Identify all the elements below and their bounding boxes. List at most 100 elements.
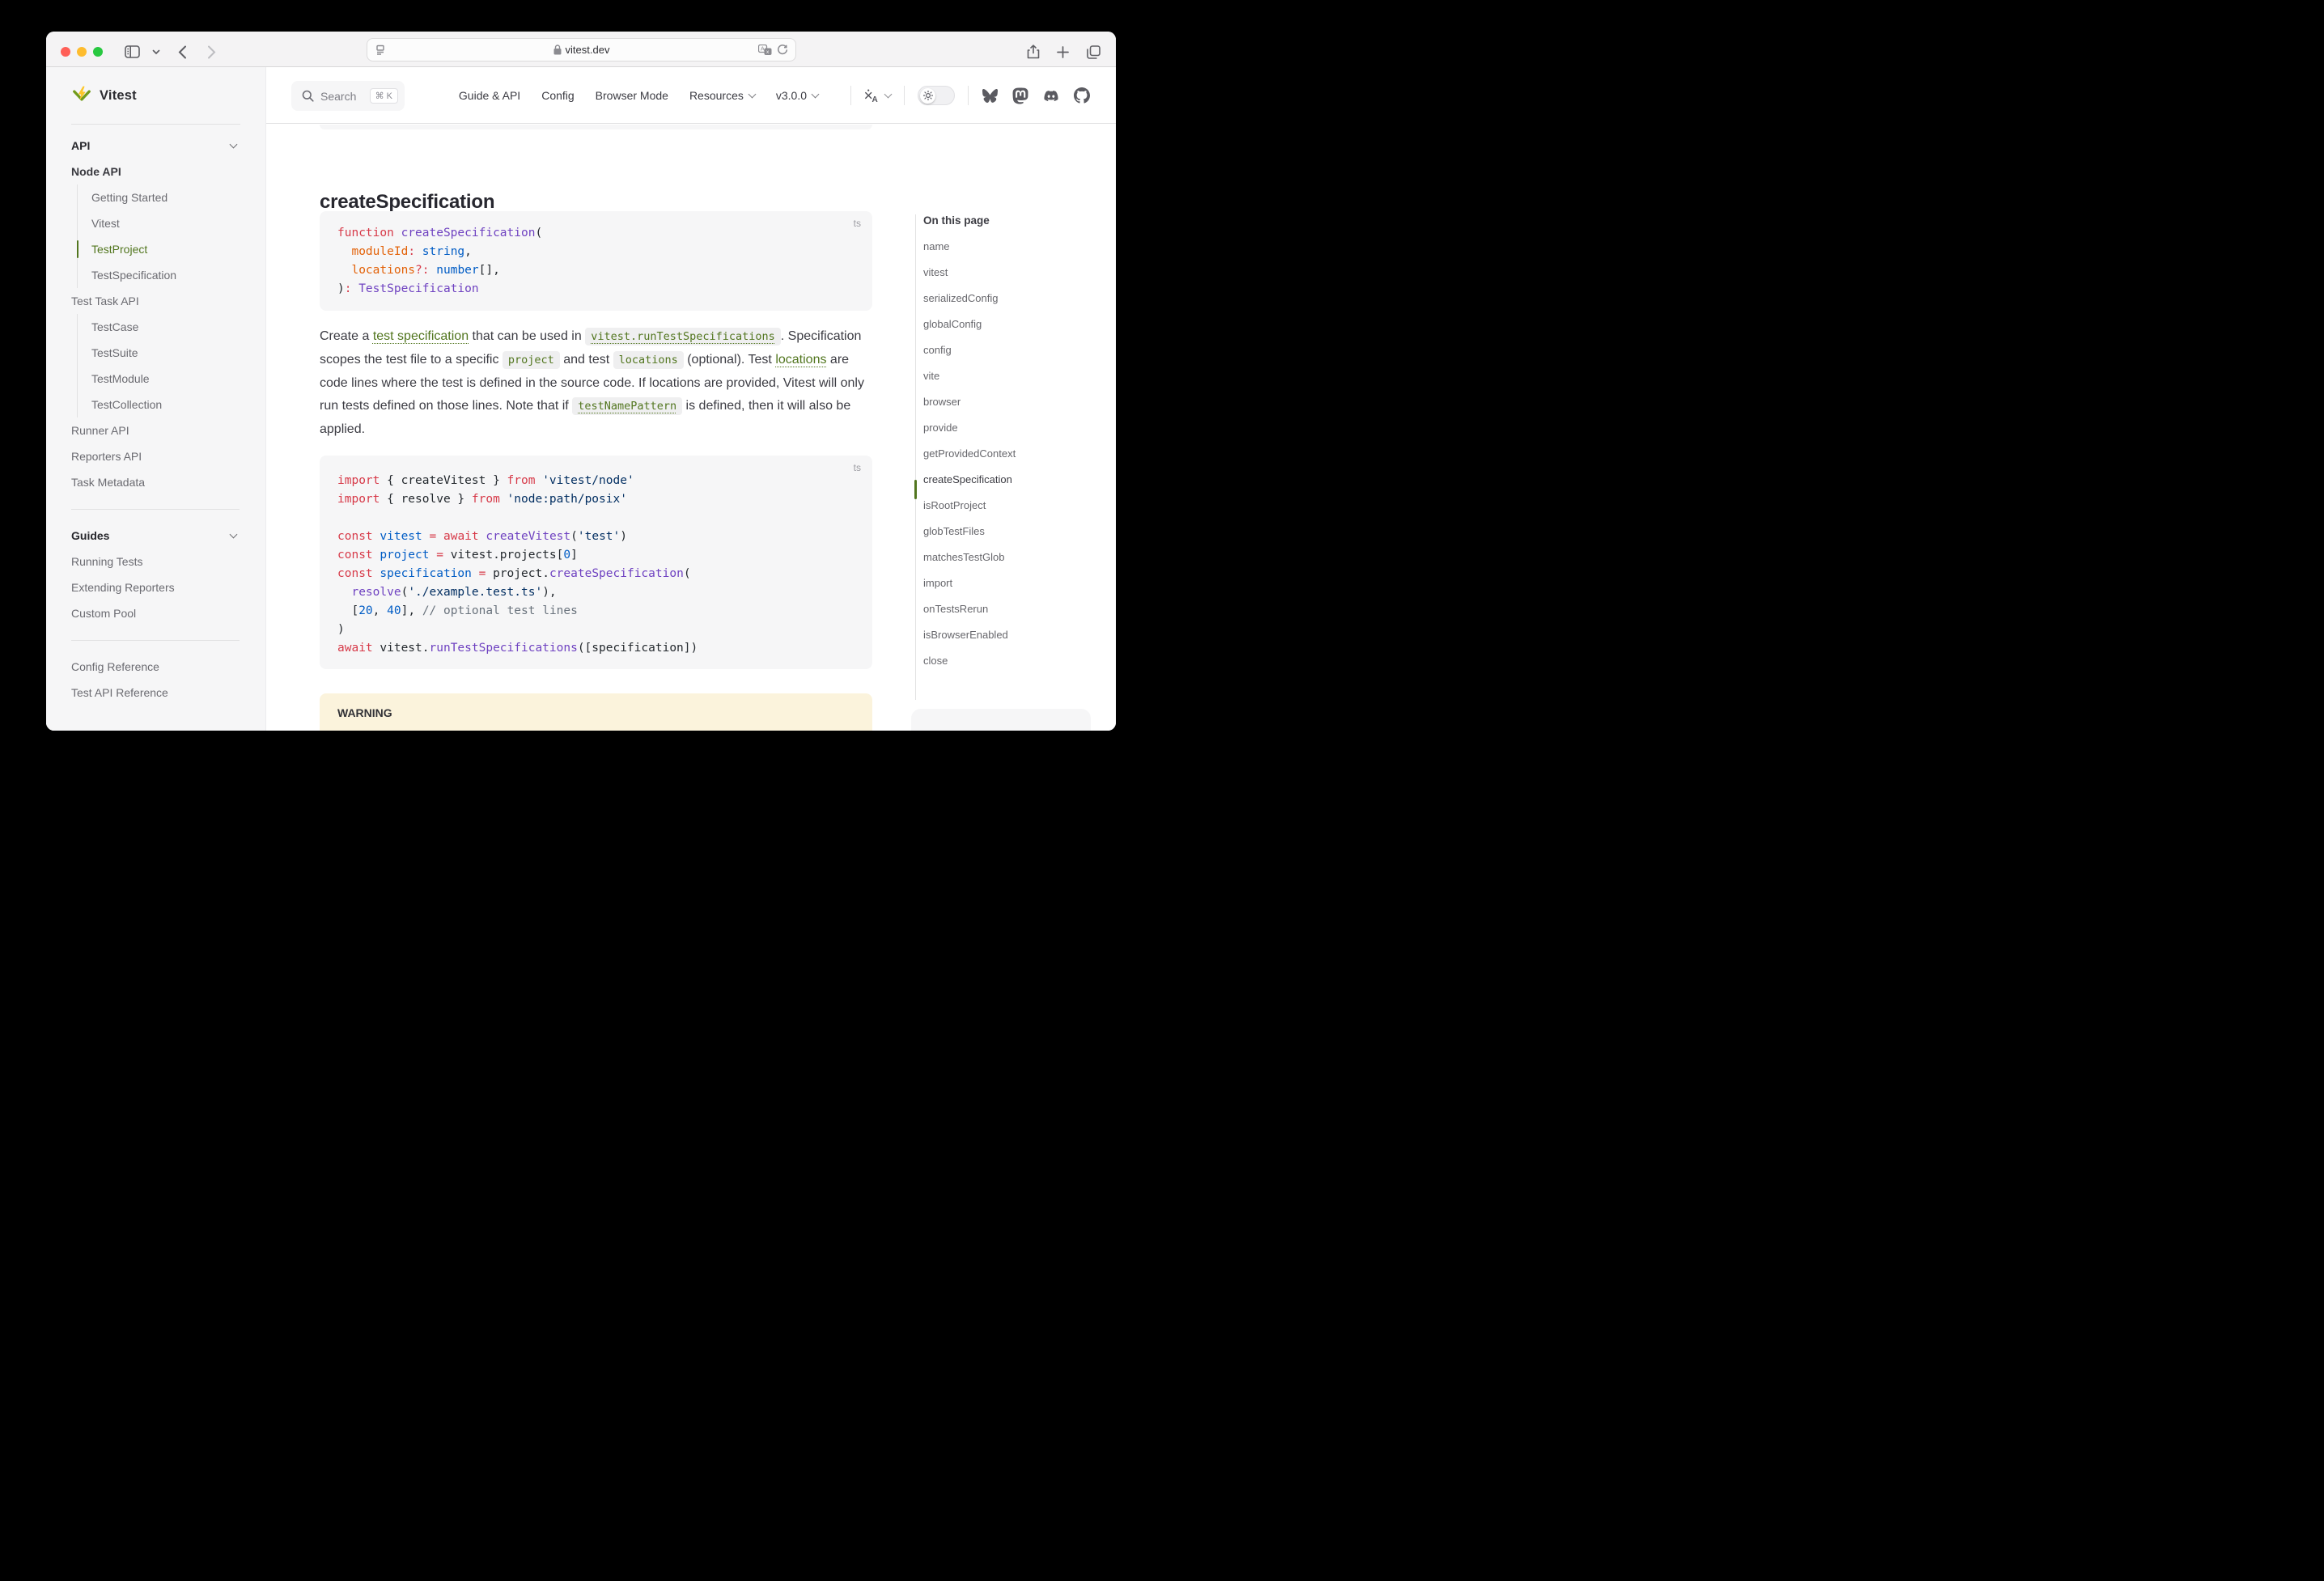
code-token: number xyxy=(436,264,478,277)
outline-item-vitest[interactable]: vitest xyxy=(923,259,1085,285)
outline-item-globalconfig[interactable]: globalConfig xyxy=(923,311,1085,337)
sidebar-item-vitest[interactable]: Vitest xyxy=(78,210,265,236)
code-block-signature[interactable]: ts function createSpecification( moduleI… xyxy=(320,211,872,311)
github-icon[interactable] xyxy=(1074,87,1090,104)
sidebar-item-testproject[interactable]: TestProject xyxy=(78,236,265,262)
mastodon-icon[interactable] xyxy=(1012,87,1028,104)
inline-link[interactable]: test specification xyxy=(373,329,469,343)
search-placeholder: Search xyxy=(320,90,356,103)
sidebar-menu-chevron-icon[interactable] xyxy=(145,40,168,63)
outline-item-globtestfiles[interactable]: globTestFiles xyxy=(923,518,1085,544)
outline-item-import[interactable]: import xyxy=(923,570,1085,596)
sidebar-item-testcase[interactable]: TestCase xyxy=(78,314,265,340)
sidebar-item-test-api-reference[interactable]: Test API Reference xyxy=(46,680,265,706)
sponsor-ad[interactable] xyxy=(911,709,1091,731)
address-bar[interactable]: vitest.dev A x xyxy=(367,38,796,61)
outline-item-ontestsrerun[interactable]: onTestsRerun xyxy=(923,596,1085,621)
inline-code-link[interactable]: testNamePattern xyxy=(572,397,682,415)
sidebar-item-extending-reporters[interactable]: Extending Reporters xyxy=(46,574,265,600)
tab-overview-icon[interactable] xyxy=(1082,40,1105,63)
outline-item-close[interactable]: close xyxy=(923,647,1085,673)
sidebar-subgroup: TestCaseTestSuiteTestModuleTestCollectio… xyxy=(77,314,265,418)
code-token xyxy=(394,227,401,239)
code-token xyxy=(337,264,351,277)
code-token: import xyxy=(337,474,380,487)
nav-link-config[interactable]: Config xyxy=(541,89,574,102)
warning-body: createSpecification expects resolved mod… xyxy=(337,729,855,731)
nav-link-browser-mode[interactable]: Browser Mode xyxy=(596,89,668,102)
bluesky-icon[interactable] xyxy=(982,88,999,104)
outline-item-getprovidedcontext[interactable]: getProvidedContext xyxy=(923,440,1085,466)
outline-item-vite[interactable]: vite xyxy=(923,362,1085,388)
sidebar-section-api[interactable]: API xyxy=(46,133,265,159)
nav-links: Guide & API Config Browser Mode Resources v3… xyxy=(459,89,818,102)
outline-item-name[interactable]: name xyxy=(923,233,1085,259)
outline-item-config[interactable]: config xyxy=(923,337,1085,362)
code-token xyxy=(351,282,358,295)
theme-toggle[interactable] xyxy=(918,86,955,105)
translate-page-icon[interactable]: A x xyxy=(758,45,772,56)
reload-icon[interactable] xyxy=(777,45,788,56)
forward-button[interactable] xyxy=(200,40,223,63)
lock-icon xyxy=(553,45,562,55)
back-button[interactable] xyxy=(171,40,193,63)
sidebar-toggle-icon[interactable] xyxy=(121,40,143,63)
sidebar-item-running-tests[interactable]: Running Tests xyxy=(46,549,265,574)
code-token xyxy=(430,264,437,277)
code-token: const xyxy=(337,530,373,543)
inline-code-link[interactable]: vitest.runTestSpecifications xyxy=(585,328,781,345)
share-icon[interactable] xyxy=(1022,40,1045,63)
outline-active-marker xyxy=(914,480,917,499)
sidebar-item-node-api[interactable]: Node API xyxy=(46,159,265,184)
inline-code: locations xyxy=(613,351,684,369)
nav-link-label: Config xyxy=(541,89,574,102)
vitest-logo[interactable]: Vitest xyxy=(71,85,137,106)
code-signature: function createSpecification( moduleId: … xyxy=(320,211,872,310)
sidebar-item-testspecification[interactable]: TestSpecification xyxy=(78,262,265,288)
code-line: ) xyxy=(337,621,855,639)
discord-icon[interactable] xyxy=(1042,89,1060,103)
sidebar-item-runner-api[interactable]: Runner API xyxy=(46,418,265,443)
zoom-window-button[interactable] xyxy=(93,47,103,57)
outline-list: namevitestserializedConfigglobalConfigco… xyxy=(923,233,1085,673)
chevron-down-icon xyxy=(884,91,893,99)
search-input[interactable]: Search ⌘ K xyxy=(291,81,405,111)
sidebar-item-testcollection[interactable]: TestCollection xyxy=(78,392,265,418)
sidebar-item-config-reference[interactable]: Config Reference xyxy=(46,654,265,680)
minimize-window-button[interactable] xyxy=(77,47,87,57)
theme-toggle-knob xyxy=(920,88,935,104)
outline-item-browser[interactable]: browser xyxy=(923,388,1085,414)
close-window-button[interactable] xyxy=(61,47,70,57)
new-tab-button[interactable] xyxy=(1051,40,1074,63)
code-lang-badge: ts xyxy=(854,218,861,229)
outline-item-isbrowserenabled[interactable]: isBrowserEnabled xyxy=(923,621,1085,647)
sidebar-item-testsuite[interactable]: TestSuite xyxy=(78,340,265,366)
code-block-example[interactable]: ts import { createVitest } from 'vitest/… xyxy=(320,456,872,669)
code-token: , xyxy=(373,604,387,617)
nav-link-guide-api[interactable]: Guide & API xyxy=(459,89,520,102)
outline-item-provide[interactable]: provide xyxy=(923,414,1085,440)
outline-item-matchestestglob[interactable]: matchesTestGlob xyxy=(923,544,1085,570)
code-token: { resolve } xyxy=(380,493,472,506)
nav-link-v3-0-0[interactable]: v3.0.0 xyxy=(776,89,818,102)
sidebar-item-getting-started[interactable]: Getting Started xyxy=(78,184,265,210)
sidebar-item-custom-pool[interactable]: Custom Pool xyxy=(46,600,265,626)
code-token: ( xyxy=(570,530,578,543)
language-menu[interactable]: A xyxy=(864,89,891,103)
sidebar-item-testmodule[interactable]: TestModule xyxy=(78,366,265,392)
outline-item-isrootproject[interactable]: isRootProject xyxy=(923,492,1085,518)
nav-divider xyxy=(968,86,969,105)
reader-view-icon[interactable] xyxy=(375,39,386,61)
sidebar-item-task-metadata[interactable]: Task Metadata xyxy=(46,469,265,495)
sidebar-item-test-task-api[interactable]: Test Task API xyxy=(46,288,265,314)
site-nav: Search ⌘ K Guide & API Config Browser Mode… xyxy=(266,67,1116,124)
inline-link[interactable]: locations xyxy=(775,353,826,367)
nav-link-resources[interactable]: Resources xyxy=(689,89,755,102)
sidebar-item-reporters-api[interactable]: Reporters API xyxy=(46,443,265,469)
warning-callout: WARNING createSpecification expects reso… xyxy=(320,693,872,731)
code-token: 'node:path/posix' xyxy=(507,493,627,506)
code-token: string xyxy=(422,245,464,258)
outline-item-serializedconfig[interactable]: serializedConfig xyxy=(923,285,1085,311)
sidebar-section-guides[interactable]: Guides xyxy=(46,523,265,549)
outline-item-createspecification[interactable]: createSpecification xyxy=(923,466,1085,492)
